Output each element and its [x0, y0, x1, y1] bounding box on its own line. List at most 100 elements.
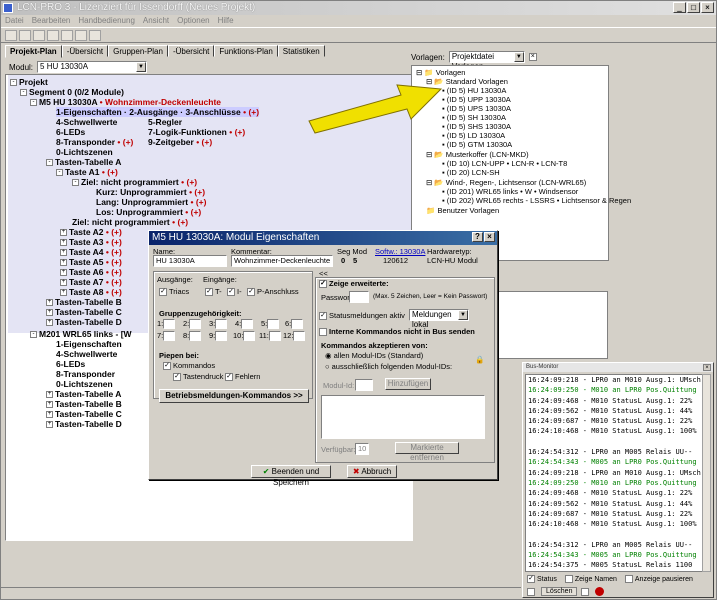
- new-icon[interactable]: [5, 30, 17, 41]
- tab-gruppen-uebersicht[interactable]: -Übersicht: [167, 45, 215, 57]
- tree-module-m201[interactable]: - M201 WRL65 links - [W: [30, 329, 132, 339]
- tree-logik[interactable]: 7-Logik-Funktionen • (+): [148, 127, 245, 137]
- tree-leds[interactable]: 6-LEDs: [56, 127, 85, 137]
- tree-taste-a8[interactable]: + Taste A8 • (+): [60, 287, 122, 297]
- vorlage-item[interactable]: ▪ (ID 5) GTM 13030A: [442, 140, 512, 149]
- tree-lichtszenen[interactable]: 0-Lichtszenen: [56, 147, 113, 157]
- help-icon[interactable]: [75, 30, 87, 41]
- status-select[interactable]: Meldungen lokal ▼: [409, 309, 469, 329]
- tree-taste-a5[interactable]: + Taste A5 • (+): [60, 257, 122, 267]
- gruppe-10[interactable]: 10:: [233, 331, 256, 342]
- tree-eigenschaften[interactable]: 1-Eigenschaften · 2-Ausgänge · 3-Anschlü…: [56, 107, 260, 117]
- gruppe-8[interactable]: 8:: [183, 331, 202, 342]
- gruppe-12[interactable]: 12:: [283, 331, 306, 342]
- triacs-checkbox[interactable]: ✓ Triacs: [159, 287, 189, 297]
- vorlagen-musterkoffer[interactable]: ⊟ 📂 Musterkoffer (LCN-MKD): [426, 150, 529, 159]
- gruppe-9[interactable]: 9:: [209, 331, 228, 342]
- status-checkbox[interactable]: ✓ Statusmeldungen aktiv: [319, 311, 405, 321]
- passwort-field[interactable]: [349, 291, 369, 303]
- tree-m201-transponder[interactable]: 8-Transponder: [56, 369, 115, 379]
- vorlage-item[interactable]: ▪ (ID 5) LD 13030A: [442, 131, 505, 140]
- tree-tasten-d[interactable]: + Tasten-Tabelle D: [46, 317, 122, 327]
- stop-icon[interactable]: [595, 587, 605, 596]
- tree-module-m5[interactable]: - M5 HU 13030A • Wohnzimmer-Deckenleuchte: [30, 97, 221, 107]
- save-icon[interactable]: [33, 30, 45, 41]
- tree-los[interactable]: Los: Unprogrammiert • (+): [96, 207, 201, 217]
- tree-regler[interactable]: 5-Regler: [148, 117, 182, 127]
- tree-projekt[interactable]: - Projekt: [10, 77, 48, 87]
- info-icon[interactable]: [89, 30, 101, 41]
- print-icon[interactable]: [47, 30, 59, 41]
- minimize-button[interactable]: _: [673, 2, 686, 13]
- tree-kurz[interactable]: Kurz: Unprogrammiert • (+): [96, 187, 205, 197]
- hinzufuegen-button[interactable]: Hinzufügen: [385, 378, 431, 390]
- kommandos-checkbox[interactable]: ✓ Kommandos: [163, 361, 215, 371]
- search-icon[interactable]: [61, 30, 73, 41]
- fehlern-checkbox[interactable]: ✓ Fehlern: [225, 372, 260, 382]
- tree-m201-tasten-a[interactable]: + Tasten-Tabelle A: [46, 389, 121, 399]
- tab-gruppen-plan[interactable]: Gruppen-Plan: [108, 45, 168, 57]
- gruppe-7[interactable]: 7:: [157, 331, 176, 342]
- vorlage-item[interactable]: ▪ (ID 10) LCN-UPP • LCN-R • LCN-T8: [442, 159, 567, 168]
- vorlagen-wind[interactable]: ⊟ 📂 Wind-, Regen-, Lichtsensor (LCN-WRL6…: [426, 178, 586, 187]
- t-checkbox[interactable]: ✓ T-: [205, 287, 222, 297]
- close-button[interactable]: ×: [484, 232, 495, 242]
- anzeige-pausieren-checkbox[interactable]: Anzeige pausieren: [624, 575, 693, 583]
- menu-optionen[interactable]: Optionen: [177, 15, 209, 27]
- tree-ziel[interactable]: - Ziel: nicht programmiert • (+): [72, 177, 197, 187]
- tab-statistiken[interactable]: Statistiken: [277, 45, 325, 57]
- modul-select[interactable]: 5 HU 13030A ▼: [37, 61, 148, 73]
- softw-link[interactable]: Softw.: 13030A: [375, 247, 425, 256]
- alle-radio[interactable]: ◉ allen Modul-IDs (Standard): [325, 351, 423, 360]
- tree-tasten-b[interactable]: + Tasten-Tabelle B: [46, 297, 122, 307]
- open-icon[interactable]: [19, 30, 31, 41]
- tree-tasten-a[interactable]: - Tasten-Tabelle A: [46, 157, 121, 167]
- tab-funktions-plan[interactable]: Funktions-Plan: [214, 45, 278, 57]
- tree-m201-schwellwerte[interactable]: 4-Schwellwerte: [56, 349, 117, 359]
- tree-schwellwerte[interactable]: 4-Schwellwerte: [56, 117, 117, 127]
- help-button[interactable]: ?: [472, 232, 483, 242]
- gruppe-1[interactable]: 1:: [157, 319, 176, 330]
- save-button[interactable]: ✔ Beenden und Speichern: [251, 465, 331, 487]
- vorlage-item[interactable]: ▪ (ID 5) HU 13030A: [442, 86, 506, 95]
- interne-checkbox[interactable]: Interne Kommandos nicht in Bus senden: [319, 327, 475, 337]
- save-icon[interactable]: [527, 587, 535, 596]
- menu-ansicht[interactable]: Ansicht: [143, 15, 169, 27]
- chevron-down-icon[interactable]: ▼: [136, 62, 147, 72]
- vorlage-item[interactable]: ▪ (ID 202) WRL65 rechts - LSSRS • Lichts…: [442, 196, 631, 205]
- name-field[interactable]: HU 13030A: [153, 255, 227, 267]
- modulid-list[interactable]: [321, 395, 485, 439]
- menu-hilfe[interactable]: Hilfe: [218, 15, 234, 27]
- betriebsmeldungen-button[interactable]: Betriebsmeldungen-Kommandos >>: [159, 389, 309, 403]
- tree-transponder[interactable]: 8-Transponder • (+): [56, 137, 133, 147]
- tree-m201-lichtszenen[interactable]: 0-Lichtszenen: [56, 379, 113, 389]
- tree-taste-a7[interactable]: + Taste A7 • (+): [60, 277, 122, 287]
- tab-projekt-plan[interactable]: Projekt-Plan: [5, 45, 62, 58]
- tree-segment[interactable]: - Segment 0 (0/2 Module): [20, 87, 124, 97]
- i-checkbox[interactable]: ✓ I-: [227, 287, 242, 297]
- modulid-field[interactable]: [355, 379, 373, 391]
- vorlage-item[interactable]: ▪ (ID 5) UPS 13030A: [442, 104, 511, 113]
- tree-m201-leds[interactable]: 6-LEDs: [56, 359, 85, 369]
- ausschl-radio[interactable]: ○ ausschließlich folgenden Modul-IDs:: [325, 362, 452, 371]
- markierte-button[interactable]: Markierte entfernen: [395, 442, 459, 462]
- p-checkbox[interactable]: ✓ P-Anschluss: [247, 287, 299, 297]
- print-icon[interactable]: [581, 587, 590, 596]
- gruppe-6[interactable]: 6:: [285, 319, 304, 330]
- tree-ziel-2[interactable]: Ziel: nicht programmiert • (+): [72, 217, 188, 227]
- gruppe-2[interactable]: 2:: [183, 319, 202, 330]
- gruppe-4[interactable]: 4:: [235, 319, 254, 330]
- vorlagen-benutzer[interactable]: 📁 Benutzer Vorlagen: [426, 206, 499, 215]
- tree-m201-tasten-b[interactable]: + Tasten-Tabelle B: [46, 399, 122, 409]
- loeschen-button[interactable]: Löschen: [541, 587, 578, 596]
- vorlagen-select[interactable]: Projektdatei Vorlagen ▼: [448, 51, 525, 71]
- maximize-button[interactable]: □: [687, 2, 700, 13]
- tree-lang[interactable]: Lang: Unprogrammiert • (+): [96, 197, 206, 207]
- tastendruck-checkbox[interactable]: ✓ Tastendruck: [173, 372, 223, 382]
- vorlage-item[interactable]: ▪ (ID 5) SH 13030A: [442, 113, 506, 122]
- gruppe-3[interactable]: 3:: [209, 319, 228, 330]
- status-checkbox[interactable]: ✓ Status: [527, 575, 557, 583]
- vorlage-item[interactable]: ▪ (ID 20) LCN-SH: [442, 168, 500, 177]
- vorlage-item[interactable]: ▪ (ID 201) WRL65 links • W • Windsensor: [442, 187, 578, 196]
- tree-taste-a1[interactable]: - Taste A1 • (+): [56, 167, 118, 177]
